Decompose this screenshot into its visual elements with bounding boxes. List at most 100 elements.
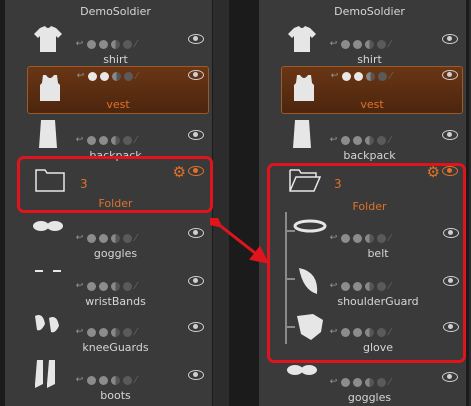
toggle-icon[interactable] [378, 71, 387, 81]
blend-icon[interactable] [111, 233, 120, 243]
blend-icon[interactable] [111, 375, 120, 385]
double-arrow-icon [210, 218, 269, 264]
merge-down-icon[interactable]: ↩ [329, 135, 338, 145]
scrollbar-track[interactable] [213, 0, 229, 406]
toggle-icon[interactable] [353, 377, 362, 387]
visibility-eye-icon[interactable] [442, 34, 458, 44]
visibility-eye-icon[interactable] [188, 322, 204, 332]
toggle-icon[interactable] [341, 377, 350, 387]
subtool-item[interactable]: ↩ ⁄ wristBands [23, 260, 208, 308]
toggle-icon[interactable] [341, 39, 350, 49]
blend-icon[interactable] [111, 281, 120, 291]
toggle-icon[interactable] [342, 71, 351, 81]
toggle-icon[interactable] [123, 233, 132, 243]
visibility-eye-icon[interactable] [188, 228, 204, 238]
toggle-icon[interactable] [123, 39, 132, 49]
toggle-icon[interactable] [100, 71, 109, 81]
pencil-icon[interactable]: ⁄ [390, 71, 399, 81]
subtool-item[interactable]: DemoSoldier [277, 0, 462, 18]
toggle-icon[interactable] [87, 327, 96, 337]
visibility-eye-icon[interactable] [188, 276, 204, 286]
subtool-name: shirt [103, 53, 128, 66]
merge-down-icon[interactable]: ↩ [329, 377, 338, 387]
toggle-icon[interactable] [353, 135, 362, 145]
merge-down-icon[interactable]: ↩ [75, 135, 84, 145]
subtool-name: vest [106, 98, 130, 111]
merge-down-icon[interactable]: ↩ [75, 281, 84, 291]
subtool-item[interactable]: ↩ ⁄ kneeGuards [23, 306, 208, 354]
subtool-item-selected[interactable]: ↩ ⁄ vest [281, 66, 463, 114]
blend-icon[interactable] [111, 39, 120, 49]
subtool-item[interactable]: ↩ ⁄ goggles [277, 356, 462, 404]
pencil-icon[interactable]: ⁄ [389, 377, 398, 387]
boots-icon [31, 358, 65, 392]
visibility-eye-icon[interactable] [188, 70, 204, 80]
visibility-eye-icon[interactable] [188, 34, 204, 44]
toggle-icon[interactable] [124, 71, 133, 81]
merge-down-icon[interactable]: ↩ [330, 71, 339, 81]
toggle-icon[interactable] [87, 135, 96, 145]
toggle-icon[interactable] [87, 233, 96, 243]
subtool-item[interactable]: ↩ ⁄ shirt [277, 18, 462, 66]
subtool-controls: ↩ ⁄ [75, 38, 144, 50]
toggle-icon[interactable] [99, 281, 108, 291]
subtool-item[interactable]: ↩ ⁄ backpack [23, 114, 208, 162]
subtool-controls: ↩ ⁄ [75, 134, 144, 146]
pencil-icon[interactable]: ⁄ [135, 233, 144, 243]
toggle-icon[interactable] [354, 71, 363, 81]
toggle-icon[interactable] [377, 377, 386, 387]
blend-icon[interactable] [365, 135, 374, 145]
toggle-icon[interactable] [99, 375, 108, 385]
merge-down-icon[interactable]: ↩ [75, 327, 84, 337]
visibility-eye-icon[interactable] [188, 370, 204, 380]
toggle-icon[interactable] [87, 39, 96, 49]
toggle-icon[interactable] [87, 281, 96, 291]
toggle-icon[interactable] [123, 327, 132, 337]
toggle-icon[interactable] [99, 39, 108, 49]
merge-down-icon[interactable]: ↩ [329, 39, 338, 49]
goggles-icon [31, 216, 65, 250]
pencil-icon[interactable]: ⁄ [135, 327, 144, 337]
pencil-icon[interactable]: ⁄ [136, 71, 145, 81]
pencil-icon[interactable]: ⁄ [135, 135, 144, 145]
merge-down-icon[interactable]: ↩ [75, 375, 84, 385]
subtool-item[interactable]: ↩ ⁄ backpack [277, 114, 462, 162]
pencil-icon[interactable]: ⁄ [135, 39, 144, 49]
merge-down-icon[interactable]: ↩ [75, 233, 84, 243]
toggle-icon[interactable] [99, 135, 108, 145]
subtool-item-selected[interactable]: ↩ ⁄ vest [27, 66, 209, 114]
merge-down-icon[interactable]: ↩ [75, 39, 84, 49]
visibility-eye-icon[interactable] [442, 70, 458, 80]
visibility-eye-icon[interactable] [442, 130, 458, 140]
blend-icon[interactable] [366, 71, 375, 81]
toggle-icon[interactable] [87, 375, 96, 385]
subtool-item[interactable]: ↩ ⁄ boots [23, 354, 208, 402]
toggle-icon[interactable] [353, 39, 362, 49]
blend-icon[interactable] [112, 71, 121, 81]
pencil-icon[interactable]: ⁄ [135, 375, 144, 385]
pencil-icon[interactable]: ⁄ [135, 281, 144, 291]
merge-down-icon[interactable]: ↩ [76, 71, 85, 81]
toggle-icon[interactable] [99, 327, 108, 337]
toggle-icon[interactable] [123, 281, 132, 291]
visibility-eye-icon[interactable] [188, 130, 204, 140]
pencil-icon[interactable]: ⁄ [389, 39, 398, 49]
subtool-controls: ↩ ⁄ [75, 326, 144, 338]
visibility-eye-icon[interactable] [442, 372, 458, 382]
toggle-icon[interactable] [99, 233, 108, 243]
blend-icon[interactable] [111, 135, 120, 145]
blend-icon[interactable] [365, 39, 374, 49]
kneeguards-icon [31, 310, 65, 344]
blend-icon[interactable] [111, 327, 120, 337]
toggle-icon[interactable] [377, 39, 386, 49]
subtool-item[interactable]: ↩ ⁄ goggles [23, 212, 208, 260]
pencil-icon[interactable]: ⁄ [389, 135, 398, 145]
toggle-icon[interactable] [123, 375, 132, 385]
toggle-icon[interactable] [377, 135, 386, 145]
subtool-item[interactable]: DemoSoldier [23, 0, 208, 18]
blend-icon[interactable] [365, 377, 374, 387]
toggle-icon[interactable] [341, 135, 350, 145]
subtool-item[interactable]: ↩ ⁄ shirt [23, 18, 208, 66]
toggle-icon[interactable] [123, 135, 132, 145]
toggle-icon[interactable] [88, 71, 97, 81]
